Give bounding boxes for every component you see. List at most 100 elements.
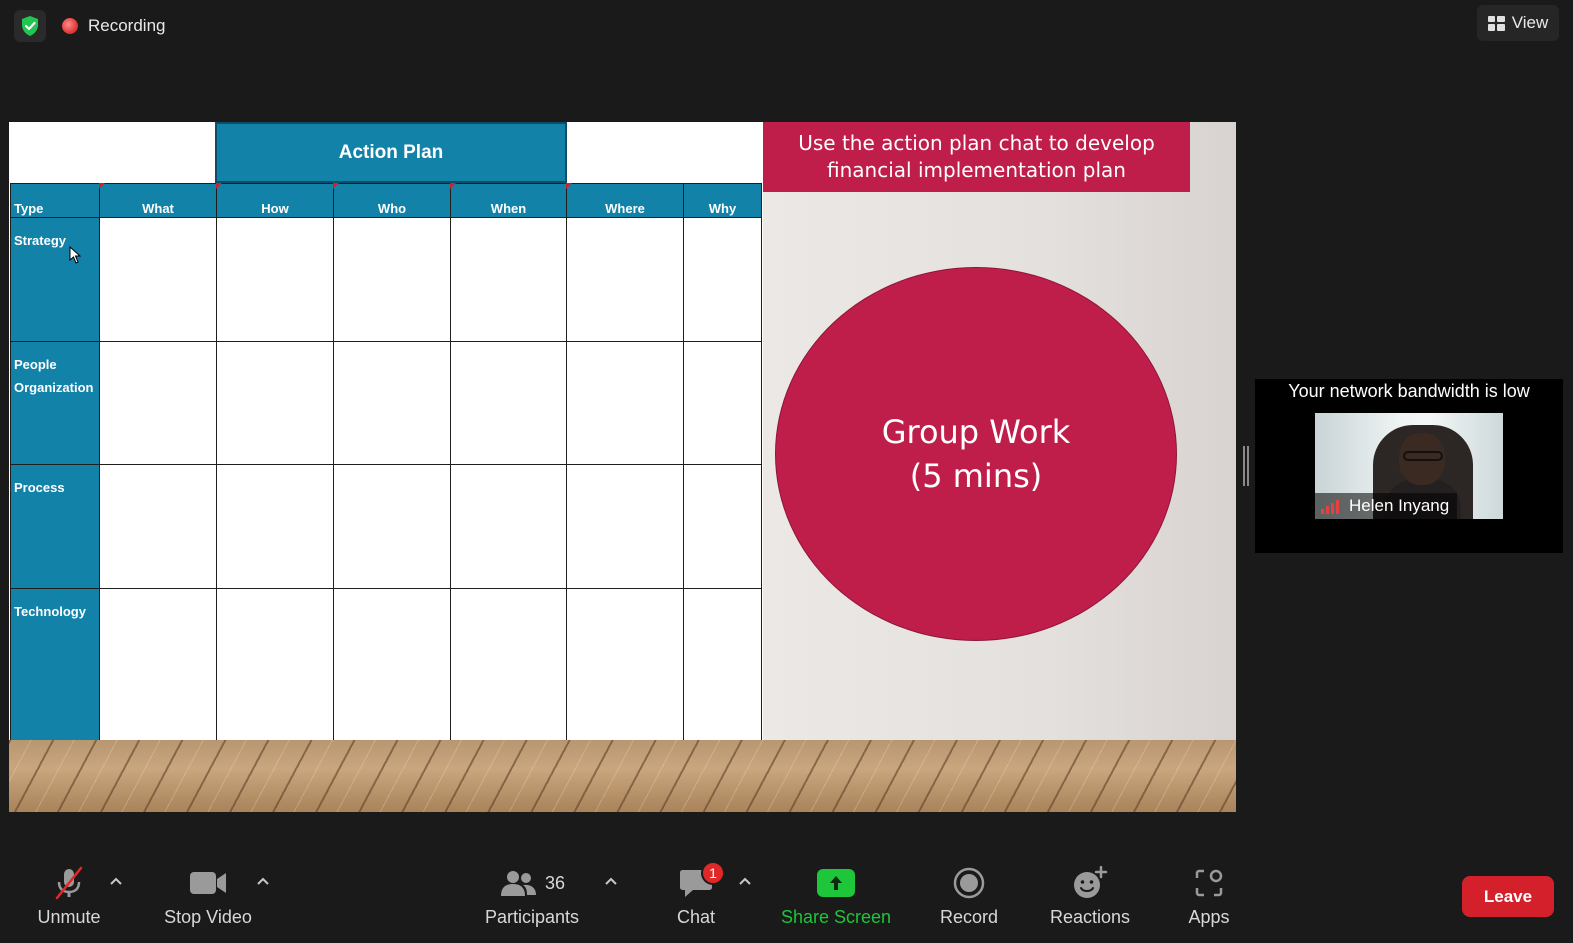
participant-video: Helen Inyang xyxy=(1315,413,1503,519)
video-person-glasses xyxy=(1403,451,1443,461)
table-cell xyxy=(683,587,762,741)
meeting-toolbar: Unmute Stop Video 36 Participants 1 Chat… xyxy=(0,855,1573,943)
column-header-label: Who xyxy=(377,201,407,216)
table-cell xyxy=(216,340,334,465)
security-shield-button[interactable] xyxy=(14,10,46,42)
table-cell xyxy=(683,464,762,589)
table-row: Process xyxy=(10,464,762,589)
circle-title: Group Work xyxy=(881,413,1071,451)
column-header: When xyxy=(450,183,567,218)
signal-strength-icon xyxy=(1321,500,1339,514)
table-cell xyxy=(99,464,217,589)
row-header-label: Strategy xyxy=(14,233,67,248)
column-header-label: When xyxy=(490,201,527,216)
chevron-up-icon xyxy=(110,877,122,885)
table-cell xyxy=(566,217,684,342)
table-cell xyxy=(566,587,684,741)
table-cell xyxy=(333,217,451,342)
participant-name: Helen Inyang xyxy=(1349,496,1450,515)
chevron-up-icon xyxy=(605,877,617,885)
chat-options-caret[interactable] xyxy=(735,871,755,891)
table-cell xyxy=(333,587,451,741)
table-cell xyxy=(683,217,762,342)
apps-button[interactable]: Apps xyxy=(1184,855,1234,943)
table-cell xyxy=(450,340,567,465)
record-button[interactable]: Record xyxy=(936,855,1002,943)
share-screen-button[interactable]: Share Screen xyxy=(780,855,892,943)
table-cell xyxy=(99,217,217,342)
recording-indicator[interactable]: Recording xyxy=(62,12,166,40)
view-button[interactable]: View xyxy=(1477,5,1559,41)
row-header: Technology xyxy=(10,587,100,741)
column-header-label: What xyxy=(142,201,174,216)
comment-marker-icon xyxy=(333,183,339,189)
table-cell xyxy=(566,464,684,589)
meeting-window: Recording View Action Plan Type What How… xyxy=(0,0,1573,943)
table-cell xyxy=(99,587,217,741)
column-header-label: Where xyxy=(605,201,645,216)
view-label: View xyxy=(1511,13,1549,32)
table-row: Technology xyxy=(10,587,762,741)
action-plan-area: Action Plan Type What How Who When Where… xyxy=(9,122,763,742)
chevron-up-icon xyxy=(739,877,751,885)
table-cell xyxy=(216,587,334,741)
chevron-up-icon xyxy=(257,877,269,885)
table-cell xyxy=(683,340,762,465)
column-header: What xyxy=(99,183,217,218)
table-cell xyxy=(333,464,451,589)
row-header-label: People xyxy=(14,356,57,372)
table-cell xyxy=(216,217,334,342)
apps-icon xyxy=(1195,869,1223,897)
chat-button[interactable]: 1 Chat xyxy=(668,855,725,943)
recording-dot-icon xyxy=(62,18,78,34)
table-cell xyxy=(216,464,334,589)
group-work-circle: Group Work (5 mins) xyxy=(775,267,1177,641)
participants-icon xyxy=(500,871,536,896)
row-header-label: Technology xyxy=(14,603,86,619)
mouse-pointer-icon xyxy=(69,246,81,264)
leave-button[interactable]: Leave xyxy=(1462,876,1554,917)
muted-microphone-icon xyxy=(55,866,83,900)
audio-options-caret[interactable] xyxy=(106,871,126,891)
participant-video-tile[interactable]: Your network bandwidth is low Helen Inya… xyxy=(1255,379,1563,553)
unmute-button[interactable]: Unmute xyxy=(30,855,108,943)
group-work-panel: Use the action plan chat to develop fina… xyxy=(763,122,1236,740)
video-options-caret[interactable] xyxy=(253,871,273,891)
participants-button[interactable]: 36 Participants xyxy=(476,855,588,943)
table-header-row: Type What How Who When Where Why xyxy=(10,183,762,218)
row-header: Process xyxy=(10,464,100,589)
row-header-label: Organization xyxy=(14,379,94,395)
reactions-smiley-icon xyxy=(1074,866,1108,898)
grid-view-icon xyxy=(1487,15,1505,31)
participants-options-caret[interactable] xyxy=(601,871,621,891)
column-header: Where xyxy=(566,183,684,218)
shield-check-icon xyxy=(22,16,38,36)
video-camera-icon xyxy=(190,872,226,894)
column-header: How xyxy=(216,183,334,218)
column-header: Who xyxy=(333,183,451,218)
row-header: People Organization xyxy=(10,340,100,465)
table-cell xyxy=(450,464,567,589)
comment-marker-icon xyxy=(216,183,222,189)
stop-video-button[interactable]: Stop Video xyxy=(158,855,258,943)
panel-resize-handle[interactable] xyxy=(1243,446,1249,486)
shared-screen: Action Plan Type What How Who When Where… xyxy=(9,122,1236,812)
chat-unread-badge: 1 xyxy=(701,861,725,885)
comment-marker-icon xyxy=(566,183,572,189)
column-header-label: How xyxy=(261,201,289,216)
participant-name-tag: Helen Inyang xyxy=(1315,493,1458,519)
circle-duration: (5 mins) xyxy=(909,457,1043,495)
action-plan-title: Action Plan xyxy=(215,122,567,183)
share-screen-icon xyxy=(817,869,855,897)
table-cell xyxy=(566,340,684,465)
banner-line: financial implementation plan xyxy=(827,158,1126,182)
column-header: Type xyxy=(10,183,100,218)
action-plan-table: Type What How Who When Where Why Strateg… xyxy=(10,183,762,741)
table-row: Strategy xyxy=(10,217,762,342)
recording-label: Recording xyxy=(88,16,166,35)
row-header-label: Process xyxy=(14,480,65,495)
reactions-button[interactable]: Reactions xyxy=(1046,855,1134,943)
wood-floor-decoration xyxy=(9,740,1236,812)
table-cell xyxy=(450,217,567,342)
table-cell xyxy=(333,340,451,465)
